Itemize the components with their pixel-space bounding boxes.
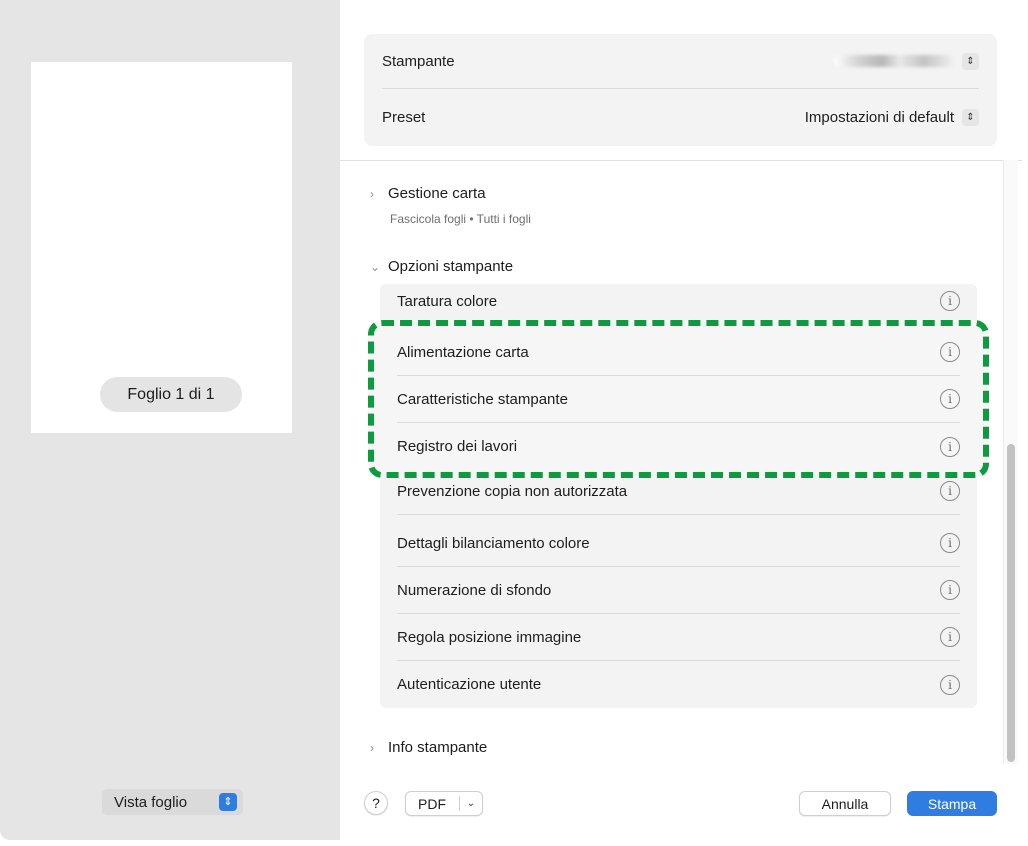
option-label: Alimentazione carta bbox=[397, 343, 529, 361]
scrollbar-thumb[interactable] bbox=[1007, 444, 1015, 762]
info-icon[interactable]: i bbox=[940, 342, 960, 362]
option-row[interactable]: Autenticazione utente i bbox=[397, 661, 960, 708]
view-select[interactable]: Vista foglio ⇕ bbox=[102, 789, 243, 815]
settings-pane: Stampante ⇕ Preset Impostazioni di defau… bbox=[340, 0, 1028, 846]
info-icon[interactable]: i bbox=[940, 436, 960, 457]
printer-name-redacted bbox=[834, 55, 954, 67]
info-icon[interactable]: i bbox=[940, 627, 960, 647]
pdf-label: PDF bbox=[418, 795, 446, 812]
chevron-right-icon: › bbox=[370, 740, 374, 755]
chevron-down-icon: ⌄ bbox=[370, 259, 381, 274]
cancel-button[interactable]: Annulla bbox=[799, 791, 891, 816]
updown-chevron-icon: ⇕ bbox=[219, 793, 237, 811]
preset-value: Impostazioni di default bbox=[804, 109, 954, 126]
info-icon[interactable]: i bbox=[940, 533, 960, 553]
option-label: Prevenzione copia non autorizzata bbox=[397, 482, 628, 500]
option-label: Registro dei lavori bbox=[397, 438, 518, 455]
preset-select-row[interactable]: Preset Impostazioni di default ⇕ bbox=[382, 90, 979, 145]
print-button[interactable]: Stampa bbox=[907, 791, 997, 816]
option-row[interactable]: Numerazione di sfondo i bbox=[397, 567, 960, 614]
option-row[interactable]: Taratura colore i bbox=[397, 284, 960, 325]
option-label: Taratura colore bbox=[397, 292, 498, 310]
printer-label: Stampante bbox=[382, 52, 455, 70]
pdf-menu-button[interactable]: PDF ⌄ bbox=[405, 791, 483, 816]
info-icon[interactable]: i bbox=[940, 389, 960, 409]
preview-pane: Foglio 1 di 1 Vista foglio ⇕ bbox=[0, 0, 340, 840]
updown-chevron-icon: ⇕ bbox=[962, 52, 979, 70]
option-row[interactable]: Dettagli bilanciamento colore i bbox=[397, 520, 960, 567]
section-printer-info[interactable]: › Info stampante bbox=[370, 739, 487, 756]
printer-select-row[interactable]: Stampante ⇕ bbox=[382, 34, 979, 89]
option-label: Caratteristiche stampante bbox=[397, 390, 568, 408]
option-label: Regola posizione immagine bbox=[397, 628, 582, 646]
option-row[interactable]: Regola posizione immagine i bbox=[397, 614, 960, 661]
info-icon[interactable]: i bbox=[940, 481, 960, 501]
section-options-title: Opzioni stampante bbox=[388, 258, 514, 275]
option-row-printer-features[interactable]: Caratteristiche stampante i bbox=[397, 376, 960, 423]
sheet-counter: Foglio 1 di 1 bbox=[100, 377, 242, 412]
updown-chevron-icon: ⇕ bbox=[962, 109, 979, 126]
highlighted-options: Alimentazione carta i Caratteristiche st… bbox=[380, 329, 977, 470]
info-icon[interactable]: i bbox=[940, 674, 960, 695]
section-paper-title: Gestione carta bbox=[388, 185, 486, 202]
section-info-title: Info stampante bbox=[388, 739, 488, 756]
chevron-down-icon[interactable]: ⌄ bbox=[460, 798, 482, 809]
printer-settings-box: Stampante ⇕ Preset Impostazioni di defau… bbox=[364, 34, 997, 146]
preset-label: Preset bbox=[382, 109, 426, 126]
dialog-buttons: ? PDF ⌄ Annulla Stampa bbox=[340, 776, 1028, 836]
divider bbox=[340, 160, 1022, 161]
option-label: Numerazione di sfondo bbox=[397, 581, 552, 599]
option-row-job-log[interactable]: Registro dei lavori i bbox=[397, 423, 960, 470]
option-label: Dettagli bilanciamento colore bbox=[397, 534, 590, 552]
section-paper-handling[interactable]: › Gestione carta bbox=[370, 185, 486, 202]
section-printer-options[interactable]: ⌄ Opzioni stampante bbox=[370, 258, 513, 275]
section-paper-summary: Fascicola fogli • Tutti i fogli bbox=[390, 212, 531, 226]
view-select-label: Vista foglio bbox=[114, 793, 188, 811]
info-icon[interactable]: i bbox=[940, 580, 960, 600]
option-label: Autenticazione utente bbox=[397, 676, 542, 693]
info-icon[interactable]: i bbox=[940, 291, 960, 311]
option-row-paper-feed[interactable]: Alimentazione carta i bbox=[397, 329, 960, 376]
chevron-right-icon: › bbox=[370, 186, 374, 201]
help-button[interactable]: ? bbox=[364, 791, 388, 815]
